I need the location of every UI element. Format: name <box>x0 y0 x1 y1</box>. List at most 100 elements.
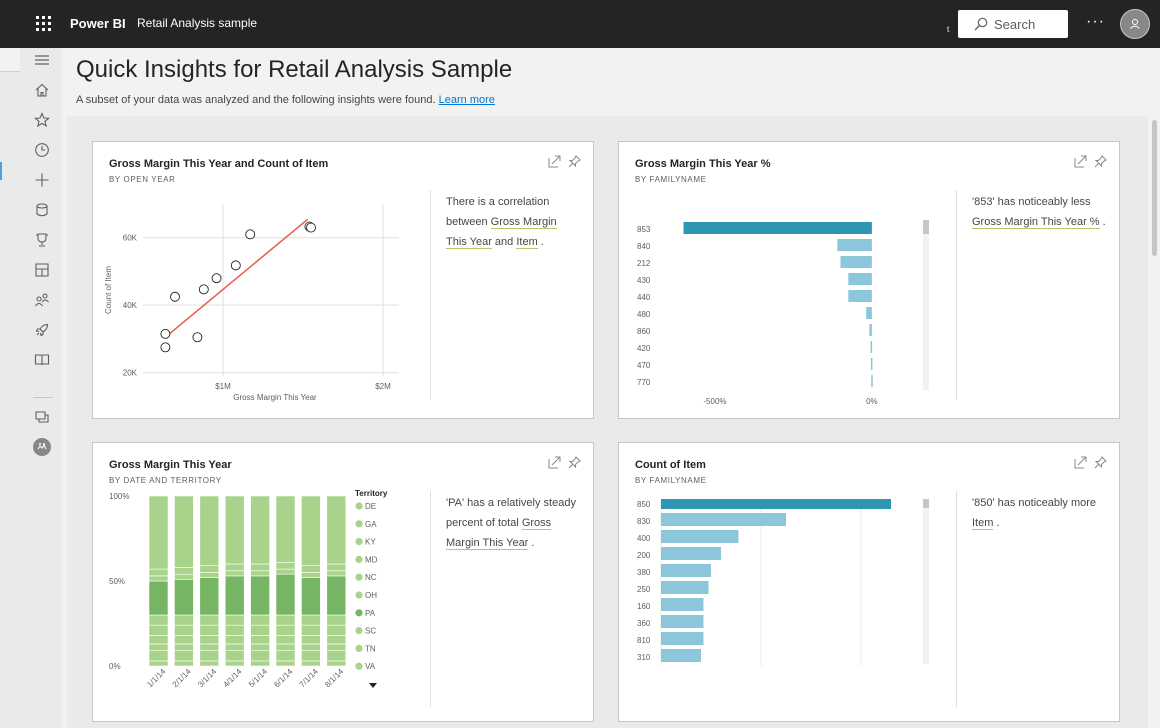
expand-icon[interactable] <box>1073 455 1087 469</box>
stacked-segment <box>148 650 169 662</box>
insight-tile-scatter[interactable]: Gross Margin This Year and Count of Item… <box>92 141 594 419</box>
stacked-segment <box>250 563 270 572</box>
stacked-segment <box>174 614 194 626</box>
x-tick-label: 7/1/14 <box>298 667 320 689</box>
main-content: Quick Insights for Retail Analysis Sampl… <box>62 48 1160 728</box>
pin-icon[interactable] <box>1093 154 1107 168</box>
tile-title: Count of Item <box>635 459 706 471</box>
insight-link-item[interactable]: Item <box>972 517 994 530</box>
page-scrollbar-thumb[interactable] <box>1152 120 1157 256</box>
territory-stacked-chart: 0% 50% 100% 1/1/14 2/1/14 3/1/14 4/1/14 5/1/14 6… <box>109 489 388 689</box>
stacked-segment <box>148 643 169 651</box>
expand-icon[interactable] <box>547 154 561 168</box>
category-label: 830 <box>637 517 651 526</box>
insight-link-gross-margin-percent[interactable]: Gross Margin This Year % <box>972 216 1100 229</box>
goals-icon[interactable] <box>30 228 54 252</box>
app-launcher-icon[interactable] <box>36 16 52 32</box>
category-label: 400 <box>637 534 651 543</box>
legend-swatch <box>355 502 363 510</box>
margin-percent-bar-chart: -500% 0% 853 840 212 430 440 480 860 420 470 770 <box>637 220 929 406</box>
insight-tile-territory[interactable]: Gross Margin This Year BY DATE AND TERRI… <box>92 442 594 722</box>
stacked-segment <box>199 660 220 667</box>
avatar[interactable] <box>1120 9 1150 39</box>
bar <box>661 564 711 577</box>
legend-swatch <box>355 573 363 581</box>
legend-label: DE <box>365 502 376 511</box>
bar <box>837 239 872 251</box>
scatter-point <box>245 229 256 240</box>
apps-icon[interactable] <box>30 258 54 282</box>
stacked-segment <box>301 495 321 566</box>
stacked-segment <box>224 495 245 565</box>
tile-subtitle: BY OPEN YEAR <box>109 175 176 184</box>
hamburger-icon[interactable] <box>30 48 54 72</box>
stacked-segment <box>224 614 245 626</box>
datasets-icon[interactable] <box>30 198 54 222</box>
expand-icon[interactable] <box>547 455 561 469</box>
favorites-icon[interactable] <box>30 108 54 132</box>
x-tick-label: $1M <box>215 382 231 391</box>
x-tick-label: 5/1/14 <box>247 667 269 689</box>
stacked-segment <box>174 635 194 645</box>
home-icon[interactable] <box>30 78 54 102</box>
stacked-segment <box>250 575 270 616</box>
legend-label: SC <box>365 627 376 636</box>
brand-title[interactable]: Power BI <box>70 16 126 31</box>
tile-title: Gross Margin This Year <box>109 459 232 471</box>
legend-swatch <box>355 538 363 546</box>
learn-icon[interactable] <box>30 348 54 372</box>
stacked-segment <box>275 635 296 645</box>
stacked-segment <box>275 650 296 662</box>
bar <box>661 598 704 611</box>
insight-text: 'PA' has a relatively steady percent of … <box>446 493 586 553</box>
bar <box>848 290 872 302</box>
shared-icon[interactable] <box>30 288 54 312</box>
insight-tile-count-item[interactable]: Count of Item BY FAMILYNAME 0K20K40K8508… <box>618 442 1120 722</box>
stacked-segment <box>275 624 296 636</box>
bar <box>869 324 872 336</box>
scatter-point <box>160 342 171 353</box>
stacked-segment <box>148 495 169 570</box>
category-label: 840 <box>637 242 651 251</box>
pin-icon[interactable] <box>567 455 581 469</box>
stacked-segment <box>224 650 245 662</box>
stacked-segment <box>224 570 245 577</box>
legend-title: Territory <box>355 489 388 498</box>
page-subtitle: A subset of your data was analyzed and t… <box>76 94 495 106</box>
workspaces-icon[interactable] <box>30 405 54 429</box>
insight-tile-margin-percent[interactable]: Gross Margin This Year % BY FAMILYNAME -… <box>618 141 1120 419</box>
stacked-segment <box>199 643 220 651</box>
stacked-segment <box>326 650 347 662</box>
pin-icon[interactable] <box>1093 455 1107 469</box>
legend-swatch <box>355 520 363 528</box>
bar <box>840 256 872 268</box>
stacked-segment <box>250 624 270 636</box>
create-icon[interactable] <box>30 168 54 192</box>
bar <box>661 615 704 628</box>
scatter-point <box>170 291 180 302</box>
pin-icon[interactable] <box>567 154 581 168</box>
user-icon <box>1130 19 1140 29</box>
report-name[interactable]: Retail Analysis sample <box>137 16 257 30</box>
insight-part: '853' has noticeably less <box>972 196 1091 208</box>
deployment-icon[interactable] <box>30 318 54 342</box>
expand-icon[interactable] <box>1073 154 1087 168</box>
insight-link-item[interactable]: Item <box>516 236 538 249</box>
stacked-segment <box>199 572 220 578</box>
x-tick-label: 8/1/14 <box>323 667 345 689</box>
more-options-button[interactable]: ··· <box>1086 13 1105 31</box>
legend-label: TN <box>365 644 376 653</box>
insight-text: '853' has noticeably less Gross Margin T… <box>972 192 1107 232</box>
legend-label: KY <box>365 538 376 547</box>
search-box[interactable]: Search <box>958 10 1068 38</box>
my-workspace-icon[interactable] <box>30 435 54 459</box>
stacked-segment <box>199 650 220 662</box>
x-tick-label: 2/1/14 <box>171 667 193 689</box>
insight-part: . <box>528 537 535 549</box>
legend-label: MD <box>365 555 378 564</box>
recent-icon[interactable] <box>30 138 54 162</box>
learn-more-link[interactable]: Learn more <box>439 94 495 106</box>
tile-divider <box>956 491 957 707</box>
legend-swatch <box>355 662 363 670</box>
category-label: 810 <box>637 636 651 645</box>
